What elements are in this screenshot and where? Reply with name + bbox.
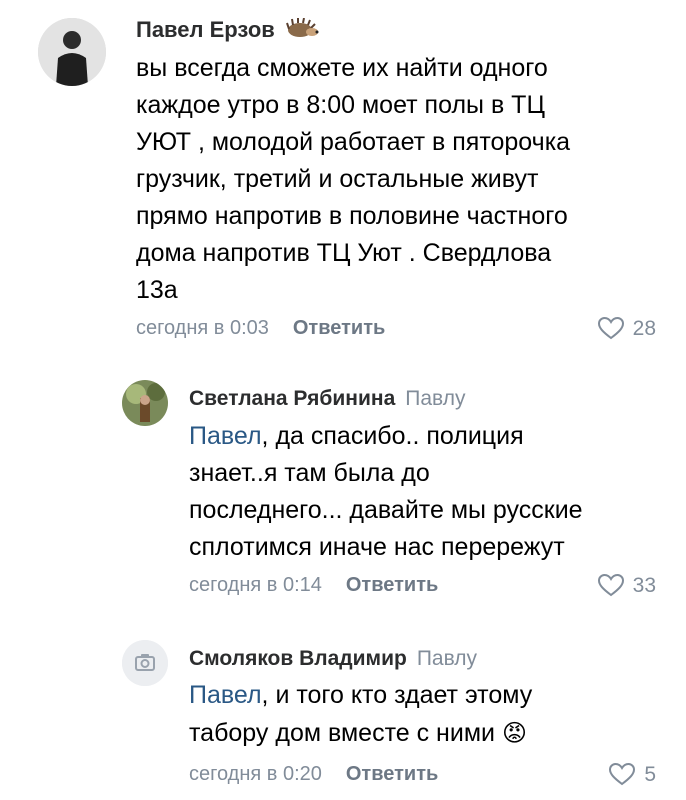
comment-text: Павел, и того кто здает этому табору дом…: [189, 676, 669, 753]
author-name[interactable]: Светлана Рябинина: [189, 387, 395, 410]
like-count: 28: [632, 316, 656, 340]
camera-icon: [122, 640, 168, 686]
avatar[interactable]: [122, 380, 168, 426]
comment-author[interactable]: Павел Ерзов: [136, 17, 319, 44]
comment-author: Смоляков Владимир Павлу: [189, 648, 477, 669]
comment-text: вы всегда сможете их найти одного каждое…: [136, 54, 571, 304]
timestamp: сегодня в 0:14: [189, 574, 322, 596]
heart-icon: [608, 762, 636, 786]
heart-icon: [597, 316, 625, 340]
mention-link[interactable]: Павел: [189, 681, 262, 709]
reply-button[interactable]: Ответить: [346, 763, 438, 785]
mention-link[interactable]: Павел: [189, 422, 262, 450]
comment: Павел Ерзов вы всегда сможете их найти о…: [0, 0, 686, 360]
comment-text: Павел, да спасибо.. полиция знает..я там…: [189, 418, 669, 566]
like-button[interactable]: 28: [597, 316, 656, 340]
author-name[interactable]: Павел Ерзов: [136, 17, 275, 42]
reply-to-label[interactable]: Павлу: [405, 387, 465, 410]
reply-button[interactable]: Ответить: [346, 574, 438, 596]
timestamp: сегодня в 0:03: [136, 317, 269, 339]
angry-face-icon: 😡: [501, 720, 527, 747]
reply-comment: Светлана Рябинина Павлу Павел, да спасибо…: [0, 360, 686, 620]
reply-to-label[interactable]: Павлу: [417, 647, 477, 670]
avatar[interactable]: [38, 18, 106, 86]
reply-comment: Смоляков Владимир Павлу Павел, и того кто…: [0, 620, 686, 800]
hedgehog-icon: [285, 17, 319, 44]
like-count: 33: [632, 573, 656, 597]
comment-meta: сегодня в 0:14 Ответить: [189, 575, 438, 595]
comment-author: Светлана Рябинина Павлу: [189, 388, 465, 409]
like-button[interactable]: 5: [608, 762, 656, 786]
reply-button[interactable]: Ответить: [293, 317, 385, 339]
heart-icon: [597, 573, 625, 597]
comment-meta: сегодня в 0:20 Ответить: [189, 764, 438, 784]
comment-meta: сегодня в 0:03 Ответить: [136, 318, 385, 338]
like-count: 5: [644, 762, 656, 786]
avatar[interactable]: [122, 640, 168, 686]
timestamp: сегодня в 0:20: [189, 763, 322, 785]
like-button[interactable]: 33: [597, 573, 656, 597]
author-name[interactable]: Смоляков Владимир: [189, 647, 407, 670]
